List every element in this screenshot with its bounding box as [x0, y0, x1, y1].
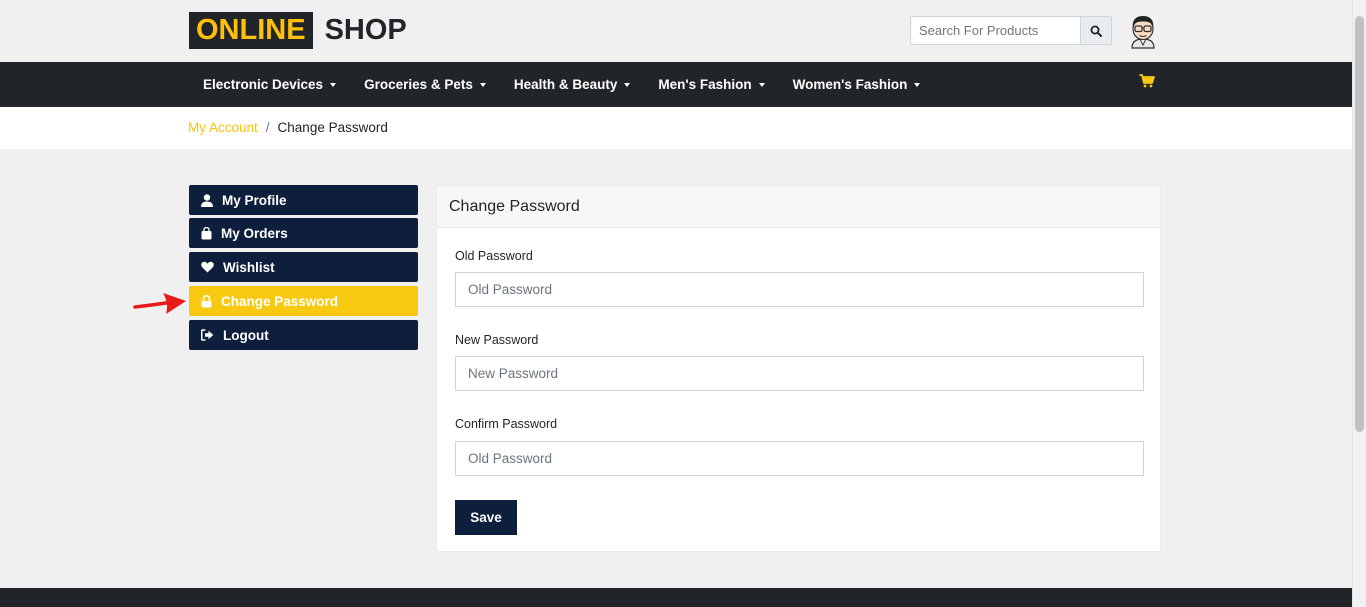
confirm-password-label: Confirm Password [455, 417, 558, 431]
vertical-scrollbar[interactable] [1352, 0, 1366, 607]
old-password-field[interactable] [455, 272, 1144, 307]
nav-health-beauty[interactable]: Health & Beauty [500, 62, 645, 107]
save-button[interactable]: Save [455, 500, 517, 535]
old-password-label: Old Password [455, 249, 533, 263]
new-password-label: New Password [455, 333, 539, 347]
footer [0, 588, 1352, 607]
red-arrow-icon [133, 293, 186, 314]
nav-label: Groceries & Pets [364, 77, 473, 92]
logo-text: SHOP [324, 14, 407, 46]
sidebar-item-label: Logout [223, 327, 269, 343]
sidebar-item-label: Change Password [221, 293, 339, 309]
search-button[interactable] [1080, 17, 1111, 44]
sidebar-item-logout[interactable]: Logout [189, 320, 418, 350]
user-icon [201, 193, 213, 207]
confirm-password-field[interactable] [455, 441, 1144, 476]
site-logo[interactable]: ONLINE SHOP [189, 12, 407, 49]
sidebar-item-label: My Orders [221, 225, 288, 241]
nav-label: Men's Fashion [658, 77, 752, 92]
breadcrumb-my-account[interactable]: My Account [188, 120, 258, 135]
caret-down-icon [914, 82, 921, 87]
caret-down-icon [758, 82, 765, 87]
nav-electronic-devices[interactable]: Electronic Devices [189, 62, 350, 107]
card-title: Change Password [437, 186, 1160, 228]
new-password-field[interactable] [455, 356, 1144, 391]
lock-icon [201, 294, 212, 307]
search-input[interactable] [911, 17, 1080, 44]
top-header: ONLINE SHOP [0, 0, 1352, 62]
caret-down-icon [624, 82, 631, 87]
logo-highlight: ONLINE [189, 12, 313, 49]
breadcrumb-separator: / [265, 120, 270, 135]
nav-label: Health & Beauty [513, 77, 618, 92]
nav-mens-fashion[interactable]: Men's Fashion [644, 62, 778, 107]
breadcrumb-current: Change Password [277, 120, 388, 135]
nav-groceries-pets[interactable]: Groceries & Pets [350, 62, 500, 107]
caret-down-icon [330, 82, 337, 87]
sidebar-item-wishlist[interactable]: Wishlist [189, 252, 418, 282]
search-box [910, 16, 1112, 45]
breadcrumb-bar: My Account / Change Password [0, 107, 1352, 149]
change-password-card: Change Password Old Password New Passwor… [436, 185, 1161, 552]
sidebar-item-change-password[interactable]: Change Password [189, 286, 418, 316]
shopping-cart-icon[interactable] [1139, 74, 1155, 88]
scrollbar-thumb[interactable] [1355, 16, 1364, 432]
sign-out-icon [201, 329, 214, 341]
sidebar-item-label: My Profile [222, 192, 287, 208]
search-icon [1090, 25, 1102, 37]
nav-label: Electronic Devices [203, 77, 324, 92]
sidebar-item-label: Wishlist [223, 259, 275, 275]
sidebar-item-my-orders[interactable]: My Orders [189, 218, 418, 248]
breadcrumb: My Account / Change Password [188, 120, 388, 135]
nav-womens-fashion[interactable]: Women's Fashion [779, 62, 935, 107]
nav-label: Women's Fashion [792, 77, 908, 92]
heart-icon [201, 261, 214, 273]
user-avatar-icon[interactable] [1126, 12, 1160, 50]
caret-down-icon [479, 82, 486, 87]
shopping-bag-icon [201, 226, 212, 239]
sidebar-item-my-profile[interactable]: My Profile [189, 185, 418, 215]
